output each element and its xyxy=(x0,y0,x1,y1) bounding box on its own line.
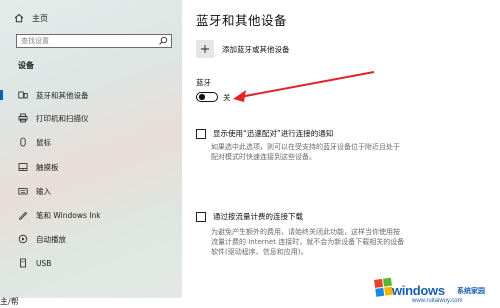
sidebar-item-label: 笔和 Windows Ink xyxy=(36,210,101,220)
mouse-icon xyxy=(17,137,29,147)
bluetooth-state-text: 关 xyxy=(223,93,231,102)
sidebar-item-bluetooth[interactable]: 蓝牙和其他设备 xyxy=(0,88,182,102)
touchpad-icon xyxy=(17,162,29,172)
sidebar-bottom-partial-text: 主/帮 xyxy=(0,297,19,306)
page-title: 蓝牙和其他设备 xyxy=(196,13,288,28)
usb-icon xyxy=(17,258,29,268)
search-icon[interactable] xyxy=(158,36,168,46)
plus-icon xyxy=(196,40,214,58)
sidebar-item-label: 蓝牙和其他设备 xyxy=(36,90,89,100)
sidebar-item-label: USB xyxy=(36,258,52,268)
sidebar-item-label: 鼠标 xyxy=(36,137,51,147)
swift-pair-checkbox[interactable]: 显示使用“迅速配对”进行连接的通知 xyxy=(196,128,333,139)
pen-icon xyxy=(17,210,29,220)
watermark-cn: 系统家园 xyxy=(457,287,485,295)
checkbox-box[interactable] xyxy=(196,128,206,139)
keyboard-icon xyxy=(17,186,29,196)
add-device-label: 添加蓝牙或其他设备 xyxy=(222,44,290,54)
sidebar-item-touchpad[interactable]: 触摸板 xyxy=(0,160,182,174)
add-device-button[interactable]: 添加蓝牙或其他设备 xyxy=(196,40,290,58)
printer-icon xyxy=(17,113,29,123)
description-line: 如果选中此选项，则可以在受支持的蓝牙设备位于附近且处于 xyxy=(211,143,400,151)
home-link[interactable]: 主页 xyxy=(12,10,48,26)
sidebar-section-title: 设备 xyxy=(18,61,34,70)
sidebar-item-mouse[interactable]: 鼠标 xyxy=(0,135,182,149)
toggle-knob xyxy=(199,94,205,100)
sidebar-item-label: 触摸板 xyxy=(36,162,59,172)
sidebar-item-printers[interactable]: 打印机和扫描仪 xyxy=(0,111,182,125)
swift-pair-label: 显示使用“迅速配对”进行连接的通知 xyxy=(213,129,334,138)
bluetooth-label: 蓝牙 xyxy=(196,78,211,87)
watermark-url: www.ruitaiwuy.com xyxy=(412,298,463,304)
metered-download-checkbox[interactable]: 通过按流量计费的连接下载 xyxy=(196,211,303,222)
home-icon xyxy=(12,13,26,23)
metered-download-description: 为避免产生额外的费用，请始终关闭此功能，这样当你使用按 流量计费的 Intern… xyxy=(211,227,451,257)
watermark-brand: windows xyxy=(392,283,445,298)
sidebar-item-autoplay[interactable]: 自动播放 xyxy=(0,232,182,246)
home-label: 主页 xyxy=(32,13,48,23)
bluetooth-toggle[interactable] xyxy=(196,92,218,102)
description-line: 配对模式时快速连接到这些设备。 xyxy=(211,153,316,161)
sidebar-item-label: 打印机和扫描仪 xyxy=(36,113,89,123)
autoplay-icon xyxy=(17,234,29,244)
sidebar-item-label: 输入 xyxy=(36,186,51,196)
metered-download-label: 通过按流量计费的连接下载 xyxy=(213,212,303,221)
main-panel: 蓝牙和其他设备 添加蓝牙或其他设备 蓝牙 关 显示使用“迅速配对”进行连接的通知… xyxy=(182,0,500,308)
settings-search-box[interactable] xyxy=(16,34,172,48)
sidebar-item-pen[interactable]: 笔和 Windows Ink xyxy=(0,208,182,222)
description-line: 软件(驱动程序、信息和应用)。 xyxy=(211,248,308,256)
swift-pair-description: 如果选中此选项，则可以在受支持的蓝牙设备位于附近且处于 配对模式时快速连接到这些… xyxy=(211,142,451,162)
sidebar-item-typing[interactable]: 输入 xyxy=(0,184,182,198)
search-input[interactable] xyxy=(21,35,153,47)
bluetooth-icon xyxy=(17,90,29,100)
description-line: 流量计费的 Internet 连接时，就不会为新设备下载相关的设备 xyxy=(211,238,405,246)
sidebar-item-usb[interactable]: USB xyxy=(0,256,182,270)
settings-sidebar: 主页 设备 蓝牙和其他设备 打印机和扫描仪 鼠标 触摸板 输入 xyxy=(0,0,182,298)
checkbox-box[interactable] xyxy=(196,211,206,222)
sidebar-item-label: 自动播放 xyxy=(36,234,66,244)
description-line: 为避免产生额外的费用，请始终关闭此功能，这样当你使用按 xyxy=(211,228,400,236)
